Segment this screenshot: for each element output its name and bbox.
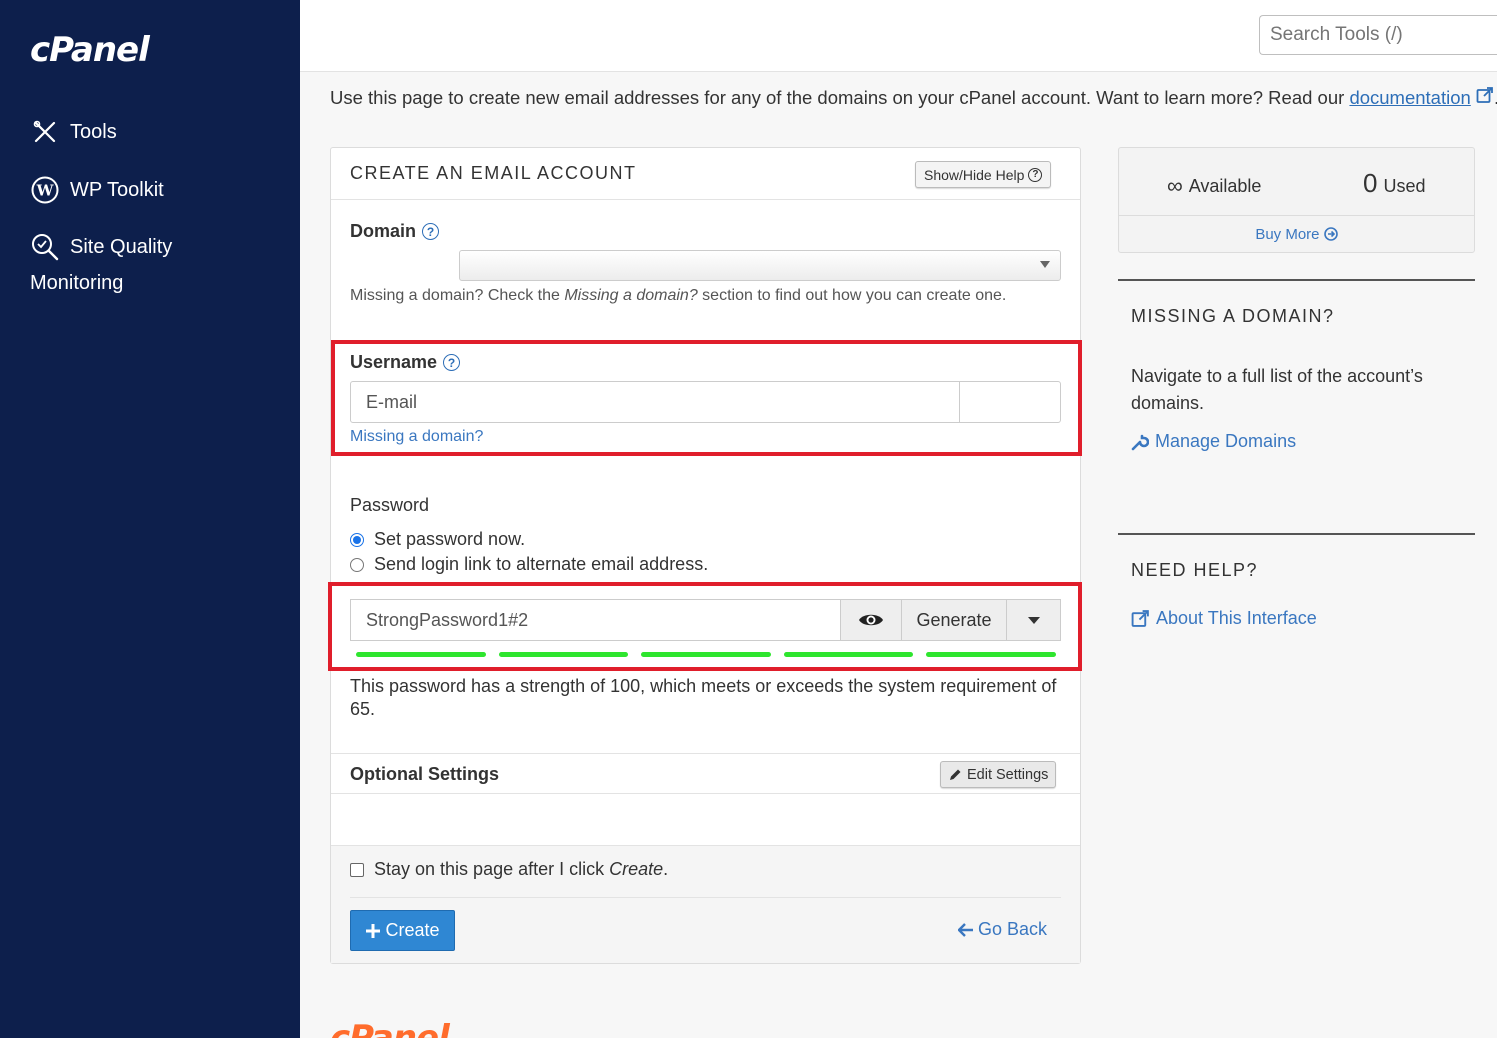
panel-title: CREATE AN EMAIL ACCOUNT [350,163,637,183]
buy-more-link[interactable]: Buy More [1119,226,1474,243]
missing-domain-text: Navigate to a full list of the account’s… [1131,366,1423,413]
about-interface-link[interactable]: About This Interface [1131,608,1317,629]
password-strength-meter [356,652,1056,657]
tools-icon [30,117,60,147]
sidebar-item-label: WP Toolkit [70,178,164,201]
create-email-panel: CREATE AN EMAIL ACCOUNT Show/Hide Help ?… [328,147,1082,964]
password-input-group: StrongPassword1#2 Generate [350,599,1061,641]
footer-cpanel-logo: cPanel [330,1018,450,1038]
email-account-stats: ∞ Available 0 Used Buy More [1118,147,1475,253]
chevron-down-icon [1040,261,1050,268]
wrench-icon [1131,434,1149,450]
divider [350,897,1061,898]
missing-domain-title: MISSING A DOMAIN? [1131,306,1335,326]
used-count: 0 Used [1363,168,1426,198]
domain-select[interactable] [459,250,1061,281]
strength-segment [783,652,914,657]
divider [1119,215,1474,216]
pencil-icon [950,769,961,780]
plus-icon [366,923,381,938]
magnifier-check-icon [30,232,60,262]
create-button[interactable]: Create [350,910,455,951]
available-count: ∞ Available [1167,173,1262,198]
sidebar: cPanel Tools W WP Toolkit Site Quality M… [0,0,300,1038]
radio-send-login-link[interactable]: Send login link to alternate email addre… [350,554,708,575]
domain-hint: Missing a domain? Check the Missing a do… [350,287,1007,304]
radio-set-password-now[interactable]: Set password now. [350,529,525,550]
sidebar-item-site-quality[interactable]: Site Quality [30,232,172,262]
arrow-circle-right-icon [1323,227,1338,241]
top-header [300,0,1497,72]
external-link-icon [1131,610,1149,627]
username-label: Username ? [350,352,461,373]
divider [1118,533,1475,535]
optional-settings-title: Optional Settings [350,764,500,784]
password-label: Password [350,495,430,515]
documentation-link[interactable]: documentation [1349,87,1470,108]
radio-button[interactable] [350,557,364,572]
sidebar-item-label: Site Quality [70,235,173,258]
show-password-button[interactable] [841,599,902,641]
strength-segment [641,652,771,657]
domain-label: Domain ? [350,221,440,242]
generate-options-dropdown[interactable] [1007,599,1061,641]
sidebar-item-label: Tools [70,120,117,143]
search-tools-input[interactable] [1259,15,1497,55]
edit-settings-button[interactable]: Edit Settings [940,761,1057,788]
need-help-title: NEED HELP? [1131,560,1259,580]
username-domain-suffix [959,381,1061,423]
infinity-icon: ∞ [1167,173,1183,198]
external-link-icon[interactable] [1476,87,1494,108]
form-footer: Stay on this page after I click Create. … [331,845,1080,963]
help-icon: ? [1028,167,1043,182]
sidebar-item-wp-toolkit[interactable]: W WP Toolkit [30,175,164,205]
caret-down-icon [1027,616,1040,624]
svg-text:W: W [36,182,55,200]
generate-password-button[interactable]: Generate [902,599,1007,641]
sidebar-item-tools[interactable]: Tools [30,117,117,147]
domain-help-icon[interactable]: ? [422,223,440,240]
intro-text: Use this page to create new email addres… [330,86,1497,109]
divider [1118,279,1475,281]
optional-settings-bar: Optional Settings Edit Settings [331,753,1080,794]
cpanel-logo[interactable]: cPanel [30,30,150,70]
radio-button-checked[interactable] [350,532,364,547]
stay-on-page-checkbox[interactable] [350,862,364,877]
strength-segment [356,652,486,657]
panel-header: CREATE AN EMAIL ACCOUNT Show/Hide Help ? [331,148,1080,200]
eye-icon [859,614,883,626]
show-hide-help-button[interactable]: Show/Hide Help ? [915,161,1052,188]
go-back-link[interactable]: Go Back [958,919,1047,940]
wordpress-icon: W [30,175,60,205]
missing-domain-link[interactable]: Missing a domain? [350,428,483,446]
username-input[interactable]: E-mail [350,381,960,423]
username-help-icon[interactable]: ? [443,354,461,371]
password-strength-text: This password has a strength of 100, whi… [350,676,1057,719]
password-input[interactable]: StrongPassword1#2 [350,599,841,641]
manage-domains-link[interactable]: Manage Domains [1131,431,1296,452]
strength-segment [926,652,1056,657]
strength-segment [498,652,629,657]
arrow-left-icon [958,922,973,937]
sidebar-item-label-cont[interactable]: Monitoring [30,272,123,295]
stay-on-page-checkbox-row[interactable]: Stay on this page after I click Create. [350,859,668,880]
